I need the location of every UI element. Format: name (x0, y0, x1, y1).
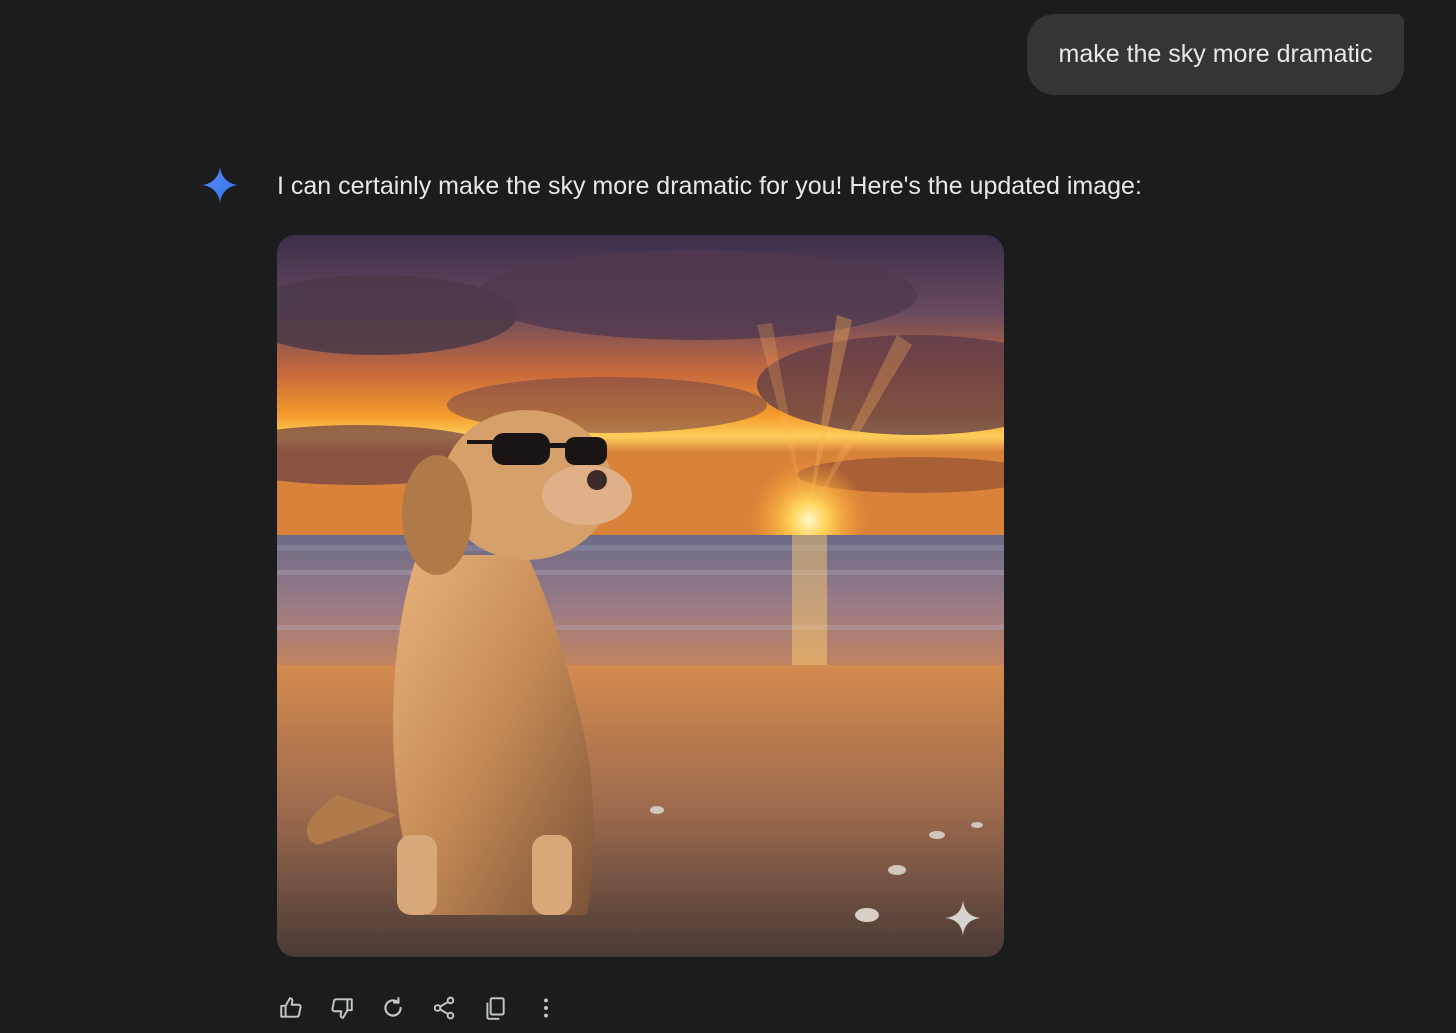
regenerate-button[interactable] (374, 989, 412, 1027)
thumbs-down-button[interactable] (323, 989, 361, 1027)
generated-image[interactable] (277, 235, 1004, 957)
user-message-text: make the sky more dramatic (1058, 40, 1373, 68)
more-options-button[interactable] (527, 989, 565, 1027)
thumbs-up-icon (280, 997, 302, 1018)
copy-button[interactable] (476, 989, 514, 1027)
gemini-sparkle-icon (200, 165, 240, 205)
share-button[interactable] (425, 989, 463, 1027)
thumbs-down-icon (331, 998, 353, 1019)
thumbs-up-button[interactable] (272, 989, 310, 1027)
response-text: I can certainly make the sky more dramat… (277, 172, 1142, 200)
more-options-icon (544, 998, 548, 1018)
share-icon (433, 996, 455, 1020)
copy-icon (486, 997, 505, 1020)
response-actions-bar (272, 989, 578, 1027)
regenerate-icon (384, 997, 402, 1017)
user-message-bubble: make the sky more dramatic (1027, 14, 1404, 95)
